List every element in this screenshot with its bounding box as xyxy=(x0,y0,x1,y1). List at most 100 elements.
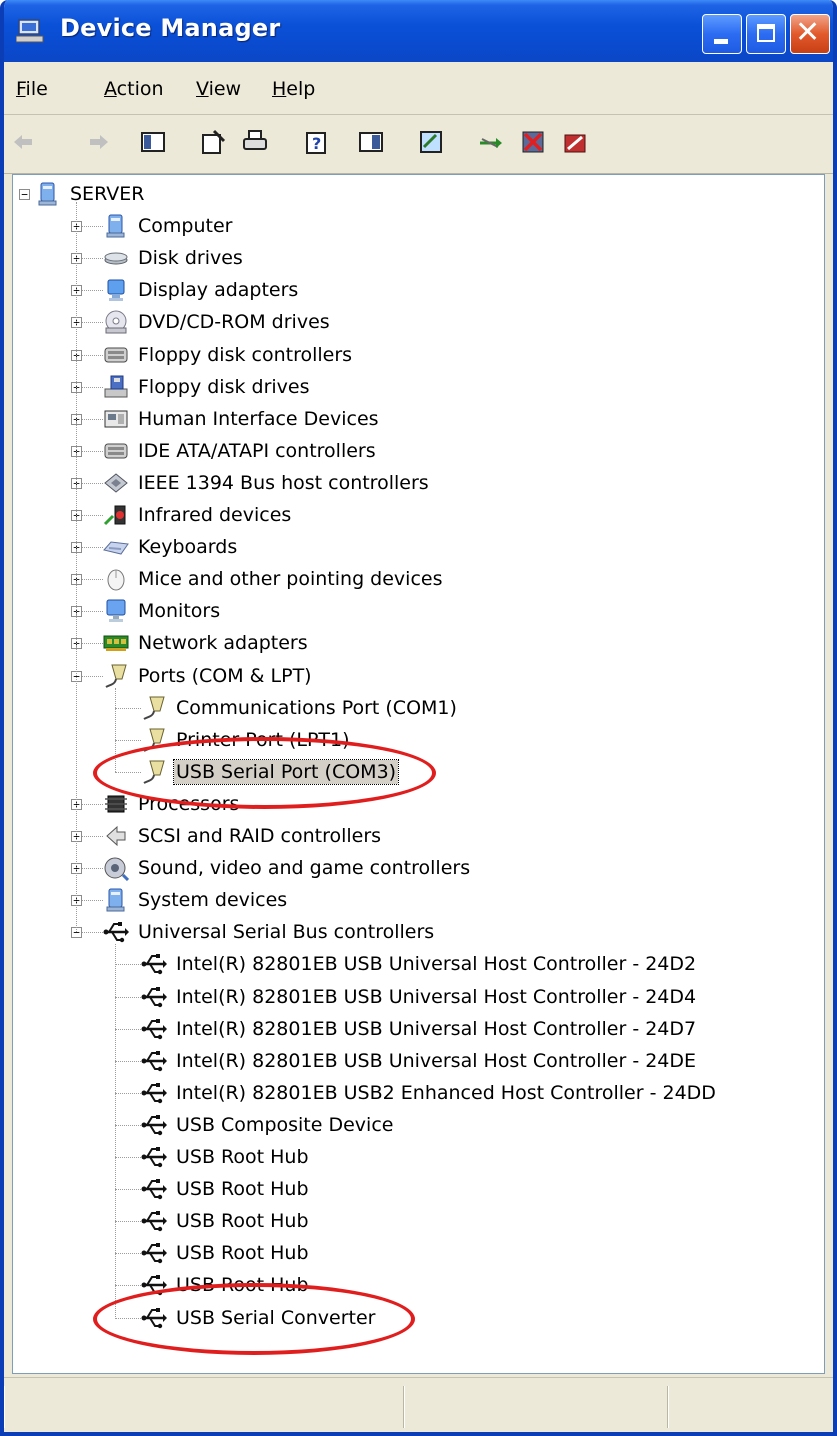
tree-category-monitors[interactable]: Monitors xyxy=(103,596,222,626)
tree-node-label: SCSI and RAID controllers xyxy=(138,825,382,847)
tree-connector xyxy=(115,964,141,966)
show-hide-console-tree-icon[interactable] xyxy=(140,129,166,155)
tree-node-label: USB Root Hub xyxy=(176,1210,309,1233)
tree-node-label: Sound, video and game controllers xyxy=(138,857,471,880)
tree-category-human-interface-devices[interactable]: Human Interface Devices xyxy=(103,404,381,434)
tree-node-label: Mice and other pointing devices xyxy=(138,568,443,591)
tree-node-root[interactable]: SERVER xyxy=(35,179,146,209)
back-arrow-icon xyxy=(10,129,36,155)
update-driver-icon[interactable] xyxy=(478,129,504,155)
tree-node-label: Floppy disk controllers xyxy=(138,343,353,366)
maximize-icon xyxy=(757,24,775,42)
tree-connector xyxy=(115,1221,141,1223)
usb-icon xyxy=(141,1016,167,1042)
controller-icon xyxy=(103,438,129,464)
tree-category-sound-video-and-game-controllers[interactable]: Sound, video and game controllers xyxy=(103,853,472,883)
tree-category-floppy-disk-controllers[interactable]: Floppy disk controllers xyxy=(103,340,354,370)
minimize-button[interactable] xyxy=(702,14,742,54)
disk-drive-icon xyxy=(103,245,129,271)
help-icon[interactable]: ? xyxy=(304,129,330,155)
show-hide-action-pane-icon[interactable] xyxy=(358,129,384,155)
tree-device-usb-root-hub[interactable]: USB Root Hub xyxy=(141,1174,311,1204)
print-icon[interactable] xyxy=(242,129,268,155)
menu-help[interactable]: Help xyxy=(272,78,315,100)
title-bar[interactable]: Device Manager ✕ xyxy=(4,0,833,62)
tree-device-intel-r-82801eb-usb-universal-host-controller-24d7[interactable]: Intel(R) 82801EB USB Universal Host Cont… xyxy=(141,1014,698,1044)
tree-category-scsi-and-raid-controllers[interactable]: SCSI and RAID controllers xyxy=(103,821,383,851)
tree-category-network-adapters[interactable]: Network adapters xyxy=(103,628,310,658)
tree-node-label: USB Root Hub xyxy=(176,1146,309,1168)
tree-device-intel-r-82801eb-usb-universal-host-controller-24d4[interactable]: Intel(R) 82801EB USB Universal Host Cont… xyxy=(141,982,698,1012)
tree-category-ieee-1394-bus-host-controllers[interactable]: IEEE 1394 Bus host controllers xyxy=(103,468,431,498)
menu-file[interactable]: File xyxy=(16,78,48,100)
tree-category-computer[interactable]: Computer xyxy=(103,211,234,241)
port-icon xyxy=(141,695,167,721)
tree-category-floppy-disk-drives[interactable]: Floppy disk drives xyxy=(103,372,312,402)
tree-node-label: Intel(R) 82801EB USB2 Enhanced Host Cont… xyxy=(176,1081,716,1104)
tree-device-usb-root-hub[interactable]: USB Root Hub xyxy=(141,1142,311,1172)
menu-label-rest: iew xyxy=(208,78,242,100)
tree-device-intel-r-82801eb-usb-universal-host-controller-24de[interactable]: Intel(R) 82801EB USB Universal Host Cont… xyxy=(141,1046,698,1076)
device-tree[interactable]: − SERVER + Computer + Disk drives + Display ada… xyxy=(12,174,825,1374)
scan-hardware-changes-icon[interactable] xyxy=(418,129,444,155)
svg-text:?: ? xyxy=(312,134,321,153)
cdrom-icon xyxy=(103,309,129,335)
tree-connector xyxy=(115,996,141,998)
tree-category-dvd-cd-rom-drives[interactable]: DVD/CD-ROM drives xyxy=(103,307,332,337)
network-adapter-icon xyxy=(103,630,129,656)
usb-icon xyxy=(141,1208,167,1234)
tree-device-communications-port-com1[interactable]: Communications Port (COM1) xyxy=(141,693,459,723)
infrared-icon xyxy=(103,502,129,528)
tree-category-ports-com-lpt[interactable]: Ports (COM & LPT) xyxy=(103,661,314,691)
tree-category-universal-serial-bus-controllers[interactable]: Universal Serial Bus controllers xyxy=(103,917,436,947)
tree-node-label: Intel(R) 82801EB USB Universal Host Cont… xyxy=(176,953,697,976)
disable-device-icon[interactable] xyxy=(520,129,546,155)
tree-node-label: Intel(R) 82801EB USB Universal Host Cont… xyxy=(176,985,697,1008)
tree-category-display-adapters[interactable]: Display adapters xyxy=(103,275,300,305)
tree-category-disk-drives[interactable]: Disk drives xyxy=(103,243,245,273)
usb-icon xyxy=(141,1240,167,1266)
tree-category-mice-and-other-pointing-devices[interactable]: Mice and other pointing devices xyxy=(103,564,444,594)
menu-view[interactable]: View xyxy=(196,78,241,100)
tree-device-usb-root-hub[interactable]: USB Root Hub xyxy=(141,1238,311,1268)
usb-icon xyxy=(141,1144,167,1170)
tree-device-intel-r-82801eb-usb-universal-host-controller-24d2[interactable]: Intel(R) 82801EB USB Universal Host Cont… xyxy=(141,949,698,979)
tree-device-intel-r-82801eb-usb2-enhanced-host-controller-24dd[interactable]: Intel(R) 82801EB USB2 Enhanced Host Cont… xyxy=(141,1078,718,1108)
usb-icon xyxy=(141,1080,167,1106)
maximize-button[interactable] xyxy=(746,14,786,54)
computer-icon xyxy=(103,213,129,239)
status-pane-tertiary xyxy=(668,1386,832,1428)
uninstall-device-icon[interactable] xyxy=(562,129,588,155)
tree-connector xyxy=(115,1285,141,1287)
tree-device-usb-composite-device[interactable]: USB Composite Device xyxy=(141,1110,395,1140)
tree-device-usb-root-hub[interactable]: USB Root Hub xyxy=(141,1206,311,1236)
tree-node-label: Floppy disk drives xyxy=(138,375,310,398)
tree-node-label: Disk drives xyxy=(138,247,243,270)
usb-icon xyxy=(141,1176,167,1202)
tree-node-label: Keyboards xyxy=(138,536,238,559)
controller-icon xyxy=(103,342,129,368)
status-pane-secondary xyxy=(404,1386,668,1428)
menu-action[interactable]: Action xyxy=(104,78,164,100)
annotation-ellipse xyxy=(93,736,436,809)
ieee1394-icon xyxy=(103,470,129,496)
computer-icon xyxy=(103,887,129,913)
minimize-icon xyxy=(714,39,728,44)
status-bar xyxy=(4,1377,833,1432)
sound-icon xyxy=(103,855,129,882)
properties-icon[interactable] xyxy=(200,129,226,155)
tree-category-ide-ata-atapi-controllers[interactable]: IDE ATA/ATAPI controllers xyxy=(103,436,378,466)
close-button[interactable]: ✕ xyxy=(790,14,830,54)
forward-arrow-icon xyxy=(86,129,112,155)
tree-node-label: Human Interface Devices xyxy=(138,407,379,430)
port-icon xyxy=(103,663,129,689)
tree-category-keyboards[interactable]: Keyboards xyxy=(103,532,239,562)
tree-category-infrared-devices[interactable]: Infrared devices xyxy=(103,500,293,530)
tree-node-label: DVD/CD-ROM drives xyxy=(138,311,330,334)
tree-connector xyxy=(115,1092,141,1094)
menu-accelerator: F xyxy=(16,78,26,100)
monitor-icon xyxy=(103,598,129,624)
usb-icon xyxy=(141,1112,167,1138)
tree-category-system-devices[interactable]: System devices xyxy=(103,885,289,915)
root-expander[interactable]: − xyxy=(19,189,30,200)
